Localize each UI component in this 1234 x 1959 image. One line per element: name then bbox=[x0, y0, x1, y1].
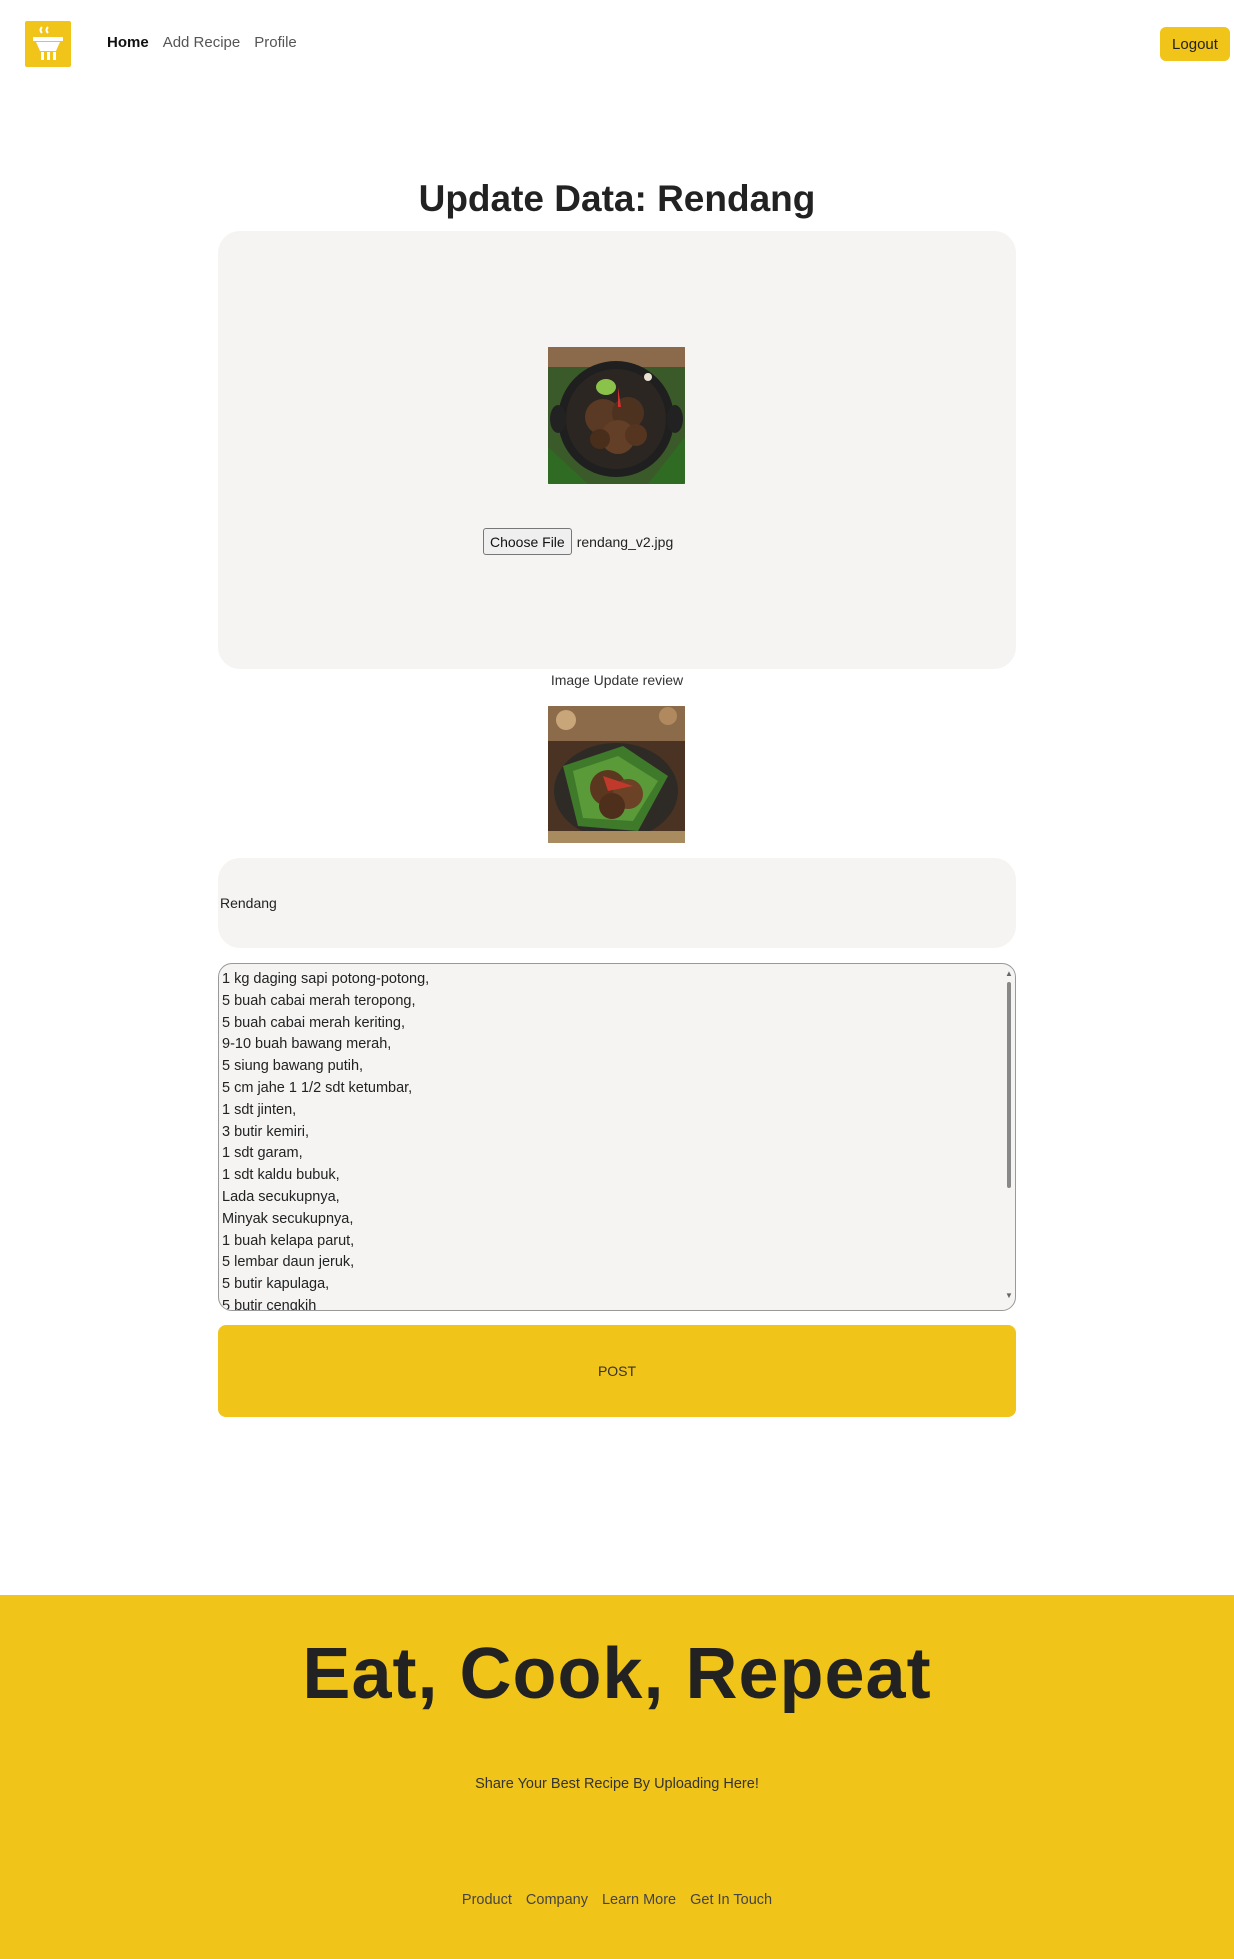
choose-file-button[interactable]: Choose File bbox=[483, 528, 572, 555]
file-input-row: Choose File rendang_v2.jpg bbox=[483, 528, 673, 555]
nav-home-link[interactable]: Home bbox=[107, 34, 149, 51]
ingredients-text: 1 kg daging sapi potong-potong, 5 buah c… bbox=[222, 969, 430, 1311]
footer-subtitle: Share Your Best Recipe By Uploading Here… bbox=[475, 1776, 759, 1792]
ingredient-line: 5 butir kapulaga, bbox=[222, 1276, 330, 1293]
page-title: Update Data: Rendang bbox=[418, 178, 816, 219]
footer-heading: Eat, Cook, Repeat bbox=[302, 1634, 932, 1714]
ingredient-line: 5 lembar daun jeruk, bbox=[222, 1254, 355, 1271]
ingredient-line: 5 buah cabai merah keriting, bbox=[222, 1014, 405, 1031]
ingredient-line: Minyak secukupnya, bbox=[222, 1210, 354, 1227]
ingredient-line: 1 sdt garam, bbox=[222, 1145, 303, 1162]
image-preview-caption: Image Update review bbox=[550, 672, 684, 688]
ingredient-line: 1 kg daging sapi potong-potong, bbox=[222, 971, 430, 987]
textarea-scrollbar[interactable]: ▲ ▼ bbox=[1004, 970, 1013, 1300]
ingredient-line: 1 sdt jinten, bbox=[222, 1101, 297, 1118]
logout-button[interactable]: Logout bbox=[1160, 27, 1230, 61]
scroll-up-arrow-icon[interactable]: ▲ bbox=[1005, 970, 1013, 978]
footer-link-company[interactable]: Company bbox=[526, 1892, 588, 1908]
ingredient-line: 1 sdt kaldu bubuk, bbox=[222, 1167, 340, 1184]
ingredient-line: 5 butir cengkih bbox=[222, 1297, 317, 1311]
ingredient-line: 5 cm jahe 1 1/2 sdt ketumbar, bbox=[222, 1079, 413, 1096]
footer-link-product[interactable]: Product bbox=[462, 1892, 512, 1908]
ingredient-line: 1 buah kelapa parut, bbox=[222, 1232, 355, 1249]
footer: Eat, Cook, Repeat Share Your Best Recipe… bbox=[0, 1595, 1234, 1959]
scroll-thumb[interactable] bbox=[1007, 982, 1011, 1188]
selected-file-name: rendang_v2.jpg bbox=[576, 533, 674, 550]
post-button[interactable]: POST bbox=[218, 1325, 1016, 1417]
footer-link-get-in-touch[interactable]: Get In Touch bbox=[690, 1892, 772, 1908]
ingredient-line: 5 siung bawang putih, bbox=[222, 1058, 364, 1075]
image-upload-panel: Choose File rendang_v2.jpg bbox=[218, 231, 1016, 669]
recipe-title-input[interactable] bbox=[218, 858, 1016, 948]
current-recipe-image bbox=[548, 347, 685, 484]
scroll-down-arrow-icon[interactable]: ▼ bbox=[1005, 1292, 1013, 1300]
preview-recipe-image bbox=[548, 706, 685, 843]
nav-profile-link[interactable]: Profile bbox=[254, 34, 297, 51]
ingredients-textarea[interactable]: 1 kg daging sapi potong-potong, 5 buah c… bbox=[218, 963, 1016, 1311]
footer-link-learn-more[interactable]: Learn More bbox=[602, 1892, 676, 1908]
ingredient-line: Lada secukupnya, bbox=[222, 1188, 340, 1205]
navbar: Home Add Recipe Profile Logout bbox=[0, 0, 1234, 90]
ingredient-line: 3 butir kemiri, bbox=[222, 1123, 310, 1140]
logo-cooking-pot-icon[interactable] bbox=[25, 21, 71, 67]
footer-links: Product Company Learn More Get In Touch bbox=[0, 1892, 1234, 1908]
ingredient-line: 5 buah cabai merah teropong, bbox=[222, 992, 416, 1009]
ingredient-line: 9-10 buah bawang merah, bbox=[222, 1036, 392, 1053]
nav-add-recipe-link[interactable]: Add Recipe bbox=[163, 34, 241, 51]
nav-links: Home Add Recipe Profile bbox=[107, 34, 311, 51]
